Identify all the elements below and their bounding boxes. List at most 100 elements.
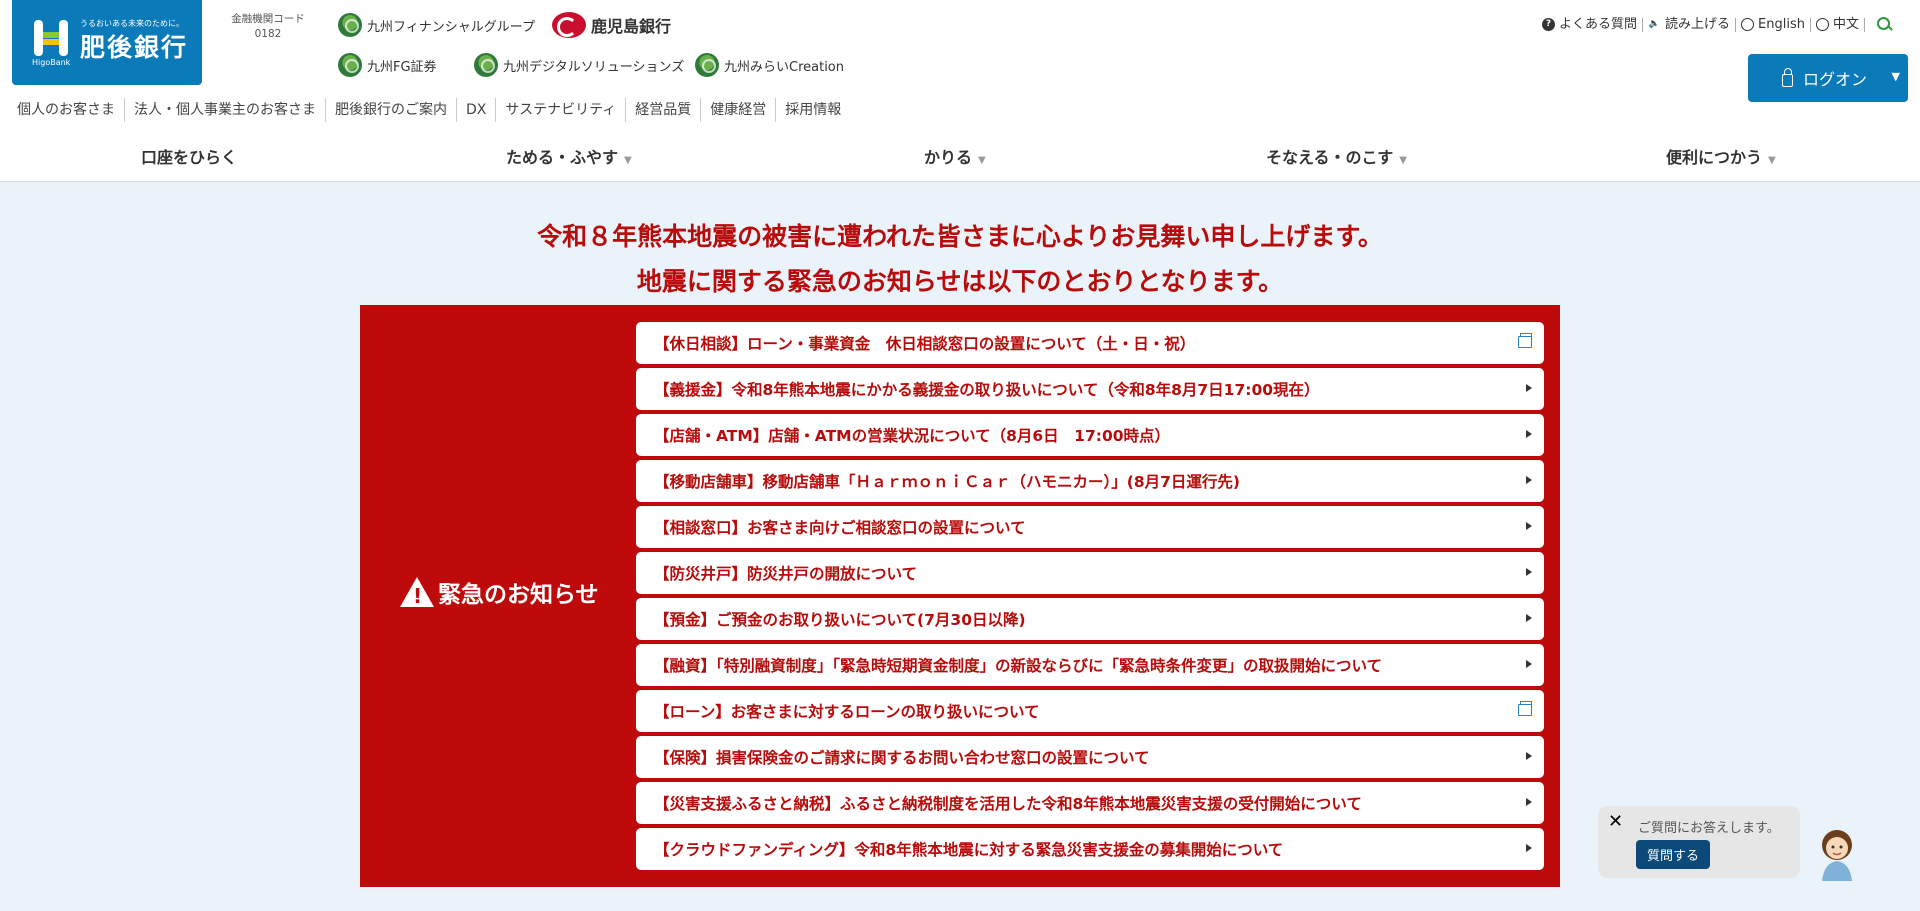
arrow-right-icon <box>1526 568 1532 576</box>
chat-assistant-avatar[interactable] <box>1814 825 1860 881</box>
ask-question-button[interactable]: 質問する <box>1636 840 1711 869</box>
nav-label: 口座をひらく <box>141 148 238 167</box>
nav-label: そなえる・のこす <box>1266 148 1394 167</box>
emergency-label: ! 緊急のお知らせ <box>400 575 599 609</box>
globe-icon <box>1741 18 1755 31</box>
chinese-label: 中文 <box>1832 16 1859 32</box>
emergency-item-text: 【義援金】令和8年熊本地震にかかる義援金の取り扱いについて（令和8年8月7日17… <box>654 381 1320 399</box>
emergency-label-text: 緊急のお知らせ <box>438 582 599 608</box>
emergency-item[interactable]: 【移動店舗車】移動店舗車「ＨａｒｍｏｎｉＣａｒ（ハモニカー）」(8月7日運行先) <box>636 460 1544 502</box>
subnav-health-management[interactable]: 健康経営 <box>701 98 777 122</box>
emergency-item-text: 【ローン】お客さまに対するローンの取り扱いについて <box>654 703 1040 721</box>
emergency-item[interactable]: 【防災井戸】防災井戸の開放について <box>636 552 1544 594</box>
external-window-icon <box>1518 333 1532 348</box>
nav-prepare-leave[interactable]: そなえる・のこす ▼ <box>1266 144 1407 168</box>
emergency-list: 【休日相談】ローン・事業資金 休日相談窓口の設置について（土・日・祝） 【義援金… <box>636 322 1544 874</box>
emergency-notice-panel: ! 緊急のお知らせ 【休日相談】ローン・事業資金 休日相談窓口の設置について（土… <box>360 305 1560 887</box>
search-icon[interactable] <box>1877 17 1892 32</box>
emergency-item[interactable]: 【融資】「特別融資制度」「緊急時短期資金制度」の新設ならびに「緊急時条件変更」の… <box>636 644 1544 686</box>
arrow-right-icon <box>1526 752 1532 760</box>
emergency-item-text: 【預金】ご預金のお取り扱いについて(7月30日以降) <box>654 611 1026 629</box>
sub-navigation: 個人のお客さま 法人・個人事業主のお客さま 肥後銀行のご案内 DX サステナビリ… <box>8 98 850 122</box>
nav-label: 便利につかう <box>1666 148 1763 167</box>
institution-code-value: 0182 <box>254 28 282 40</box>
higo-bank-logo[interactable]: うるおいある未来のために。 肥後銀行 HigoBank <box>12 0 202 85</box>
nav-label: ためる・ふやす <box>506 148 619 167</box>
chevron-down-icon: ▼ <box>1399 155 1407 166</box>
emergency-item-text: 【防災井戸】防災井戸の開放について <box>654 565 918 583</box>
external-window-icon <box>1518 701 1532 716</box>
lock-icon <box>1782 67 1793 87</box>
chinese-link[interactable]: 中文 <box>1811 16 1865 32</box>
logon-label: ログオン <box>1803 70 1868 89</box>
emergency-item-text: 【移動店舗車】移動店舗車「ＨａｒｍｏｎｉＣａｒ（ハモニカー）」(8月7日運行先) <box>654 473 1240 491</box>
emergency-item[interactable]: 【義援金】令和8年熊本地震にかかる義援金の取り扱いについて（令和8年8月7日17… <box>636 368 1544 410</box>
logo-name: 肥後銀行 <box>80 33 189 62</box>
emergency-item[interactable]: 【相談窓口】お客さま向けご相談窓口の設置について <box>636 506 1544 548</box>
question-icon: ? <box>1542 18 1555 31</box>
chevron-down-icon: ▼ <box>978 155 986 166</box>
nav-open-account[interactable]: 口座をひらく <box>141 144 237 168</box>
english-label: English <box>1758 16 1805 32</box>
arrow-right-icon <box>1526 522 1532 530</box>
kyushu-fg-emblem-icon <box>474 53 498 77</box>
kagoshima-bank-logo-icon <box>552 12 586 38</box>
emergency-item-text: 【災害支援ふるさと納税】ふるさと納税制度を活用した令和8年熊本地震災害支援の受付… <box>654 795 1362 813</box>
emergency-item[interactable]: 【休日相談】ローン・事業資金 休日相談窓口の設置について（土・日・祝） <box>636 322 1544 364</box>
emergency-item[interactable]: 【クラウドファンディング】令和8年熊本地震に対する緊急災害支援金の募集開始につい… <box>636 828 1544 870</box>
emergency-item[interactable]: 【預金】ご預金のお取り扱いについて(7月30日以降) <box>636 598 1544 640</box>
kyushu-fg-emblem-icon <box>695 53 719 77</box>
arrow-right-icon <box>1526 430 1532 438</box>
nav-convenient[interactable]: 便利につかう ▼ <box>1666 144 1776 168</box>
arrow-right-icon <box>1526 798 1532 806</box>
chat-widget: ✕ ご質問にお答えします。 質問する <box>1598 806 1800 878</box>
group-link-mirai[interactable]: 九州みらいCreation <box>695 53 844 77</box>
subnav-corporate[interactable]: 法人・個人事業主のお客さま <box>125 98 326 122</box>
nav-borrow[interactable]: かりる ▼ <box>924 144 986 168</box>
subnav-recruit[interactable]: 採用情報 <box>776 98 850 122</box>
subnav-dx[interactable]: DX <box>457 98 497 122</box>
globe-icon <box>1815 18 1829 31</box>
emergency-item[interactable]: 【ローン】お客さまに対するローンの取り扱いについて <box>636 690 1544 732</box>
chat-prompt: ご質問にお答えします。 <box>1638 821 1780 836</box>
group-link-label: 九州デジタルソリューションズ <box>503 59 685 75</box>
group-link-label: 九州みらいCreation <box>724 59 845 75</box>
arrow-right-icon <box>1526 660 1532 668</box>
subnav-about[interactable]: 肥後銀行のご案内 <box>326 98 457 122</box>
subnav-sustainability[interactable]: サステナビリティ <box>496 98 627 122</box>
main-navigation: 口座をひらく ためる・ふやす ▼ かりる ▼ そなえる・のこす ▼ 便利につかう ▼ <box>0 140 1920 172</box>
group-link-fg-securities[interactable]: 九州FG証券 <box>338 53 437 77</box>
higo-logo-icon <box>34 20 68 56</box>
emergency-item[interactable]: 【保険】損害保険金のご請求に関するお問い合わせ窓口の設置について <box>636 736 1544 778</box>
logo-en: HigoBank <box>32 58 71 67</box>
emergency-item[interactable]: 【店舗・ATM】店舗・ATMの営業状況について（8月6日 17:00時点） <box>636 414 1544 456</box>
subnav-personal[interactable]: 個人のお客さま <box>8 98 125 122</box>
faq-link[interactable]: ? よくある質問 <box>1537 17 1644 32</box>
chevron-down-icon: ▼ <box>1891 70 1900 83</box>
emergency-item-text: 【相談窓口】お客さま向けご相談窓口の設置について <box>654 519 1026 537</box>
emergency-item[interactable]: 【災害支援ふるさと納税】ふるさと納税制度を活用した令和8年熊本地震災害支援の受付… <box>636 782 1544 824</box>
utility-menu: ? よくある質問 🔈 読み上げる English 中文 <box>1537 17 1892 32</box>
headline-line-1: 令和８年熊本地震の被害に遭われた皆さまに心よりお見舞い申し上げます。 <box>537 222 1383 251</box>
group-link-kyushu-fg[interactable]: 九州フィナンシャルグループ <box>338 13 535 37</box>
kyushu-fg-emblem-icon <box>338 13 362 37</box>
warning-icon: ! <box>400 577 434 608</box>
emergency-item-text: 【休日相談】ローン・事業資金 休日相談窓口の設置について（土・日・祝） <box>654 335 1196 353</box>
english-link[interactable]: English <box>1736 16 1811 32</box>
group-link-label: 九州FG証券 <box>367 59 437 75</box>
group-link-label: 鹿児島銀行 <box>591 17 672 36</box>
earthquake-headline: 令和８年熊本地震の被害に遭われた皆さまに心よりお見舞い申し上げます。 地震に関す… <box>0 214 1920 304</box>
logon-button[interactable]: ログオン ▼ <box>1748 54 1908 102</box>
arrow-right-icon <box>1526 844 1532 852</box>
institution-code-label: 金融機関コード <box>231 13 305 25</box>
group-link-label: 九州フィナンシャルグループ <box>367 19 535 35</box>
group-link-digital[interactable]: 九州デジタルソリューションズ <box>474 53 684 77</box>
read-aloud-link[interactable]: 🔈 読み上げる <box>1643 17 1737 32</box>
group-link-kagoshima[interactable]: 鹿児島銀行 <box>552 12 671 38</box>
arrow-right-icon <box>1526 614 1532 622</box>
institution-code: 金融機関コード 0182 <box>228 12 308 42</box>
kyushu-fg-emblem-icon <box>338 53 362 77</box>
close-icon[interactable]: ✕ <box>1608 811 1623 832</box>
nav-save-invest[interactable]: ためる・ふやす ▼ <box>506 144 632 168</box>
subnav-management-quality[interactable]: 経営品質 <box>626 98 702 122</box>
